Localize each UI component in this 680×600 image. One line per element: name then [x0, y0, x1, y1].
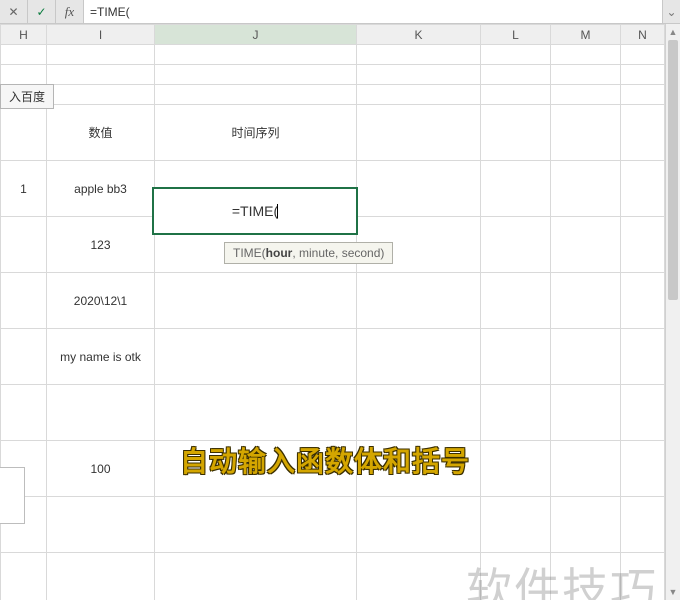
- table-row: 数值 时间序列: [1, 105, 665, 161]
- col-header-K[interactable]: K: [357, 25, 481, 45]
- col-header-N[interactable]: N: [621, 25, 665, 45]
- col-header-L[interactable]: L: [481, 25, 551, 45]
- table-row: my name is otk: [1, 329, 665, 385]
- table-row: 2020\12\1: [1, 273, 665, 329]
- formula-bar: ✕ ✓ fx =TIME( ⌄: [0, 0, 680, 24]
- col-header-I[interactable]: I: [47, 25, 155, 45]
- scroll-up-button[interactable]: ▲: [666, 24, 680, 40]
- annotation-headline: 自动输入函数体和括号: [180, 440, 470, 480]
- formula-input[interactable]: =TIME(: [84, 0, 662, 23]
- cell-value[interactable]: my name is otk: [47, 329, 155, 385]
- col-header-J[interactable]: J: [155, 25, 357, 45]
- tooltip-current-arg: hour: [266, 246, 293, 260]
- row-header-box[interactable]: [0, 467, 25, 524]
- cell-value[interactable]: 123: [47, 217, 155, 273]
- cell-value[interactable]: 100: [47, 441, 155, 497]
- cell-active-origin[interactable]: [155, 161, 357, 217]
- scroll-down-button[interactable]: ▼: [666, 584, 680, 600]
- scroll-thumb[interactable]: [668, 40, 678, 300]
- formula-expand-button[interactable]: ⌄: [662, 0, 680, 23]
- fx-button[interactable]: fx: [56, 0, 84, 23]
- function-tooltip[interactable]: TIME(hour, minute, second): [224, 242, 393, 264]
- cell-value[interactable]: 2020\12\1: [47, 273, 155, 329]
- cell-index[interactable]: 1: [1, 161, 47, 217]
- table-row: 1 apple bb3: [1, 161, 665, 217]
- tooltip-rest: , minute, second): [292, 246, 384, 260]
- col-header-M[interactable]: M: [551, 25, 621, 45]
- col-header-H[interactable]: H: [1, 25, 47, 45]
- tooltip-prefix: TIME(: [233, 246, 266, 260]
- header-value: 数值: [47, 105, 155, 161]
- table-row: [1, 385, 665, 441]
- cell-value[interactable]: apple bb3: [47, 161, 155, 217]
- watermark: 软件技巧: [466, 554, 658, 600]
- grid[interactable]: H I J K L M N 数值 时间序列 1 apple bb3: [0, 24, 665, 600]
- formula-accept-button[interactable]: ✓: [28, 0, 56, 23]
- sheet-area: H I J K L M N 数值 时间序列 1 apple bb3: [0, 24, 680, 600]
- formula-cancel-button[interactable]: ✕: [0, 0, 28, 23]
- vertical-scrollbar[interactable]: ▲ ▼: [665, 24, 680, 600]
- scroll-track[interactable]: [666, 40, 680, 584]
- column-header-row: H I J K L M N: [1, 25, 665, 45]
- header-time-series: 时间序列: [155, 105, 357, 161]
- baidu-button[interactable]: 入百度: [0, 84, 54, 109]
